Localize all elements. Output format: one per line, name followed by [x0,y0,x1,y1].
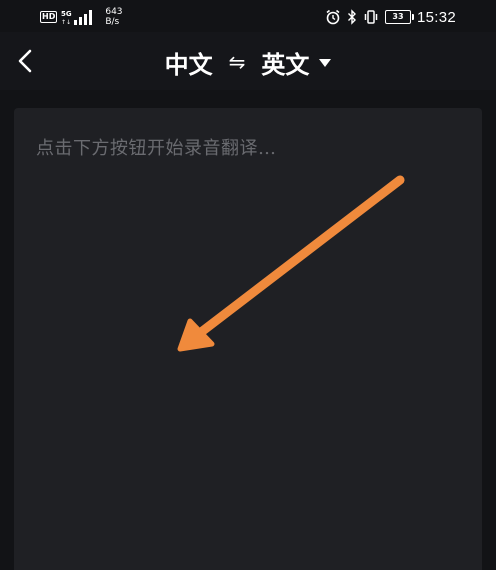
annotation-arrow-icon [177,175,405,352]
app-screen: HD 5G ↑↓ 643 B/s 33 15:32 中文 ⇋ 英文 点击下方按钮… [0,0,496,570]
